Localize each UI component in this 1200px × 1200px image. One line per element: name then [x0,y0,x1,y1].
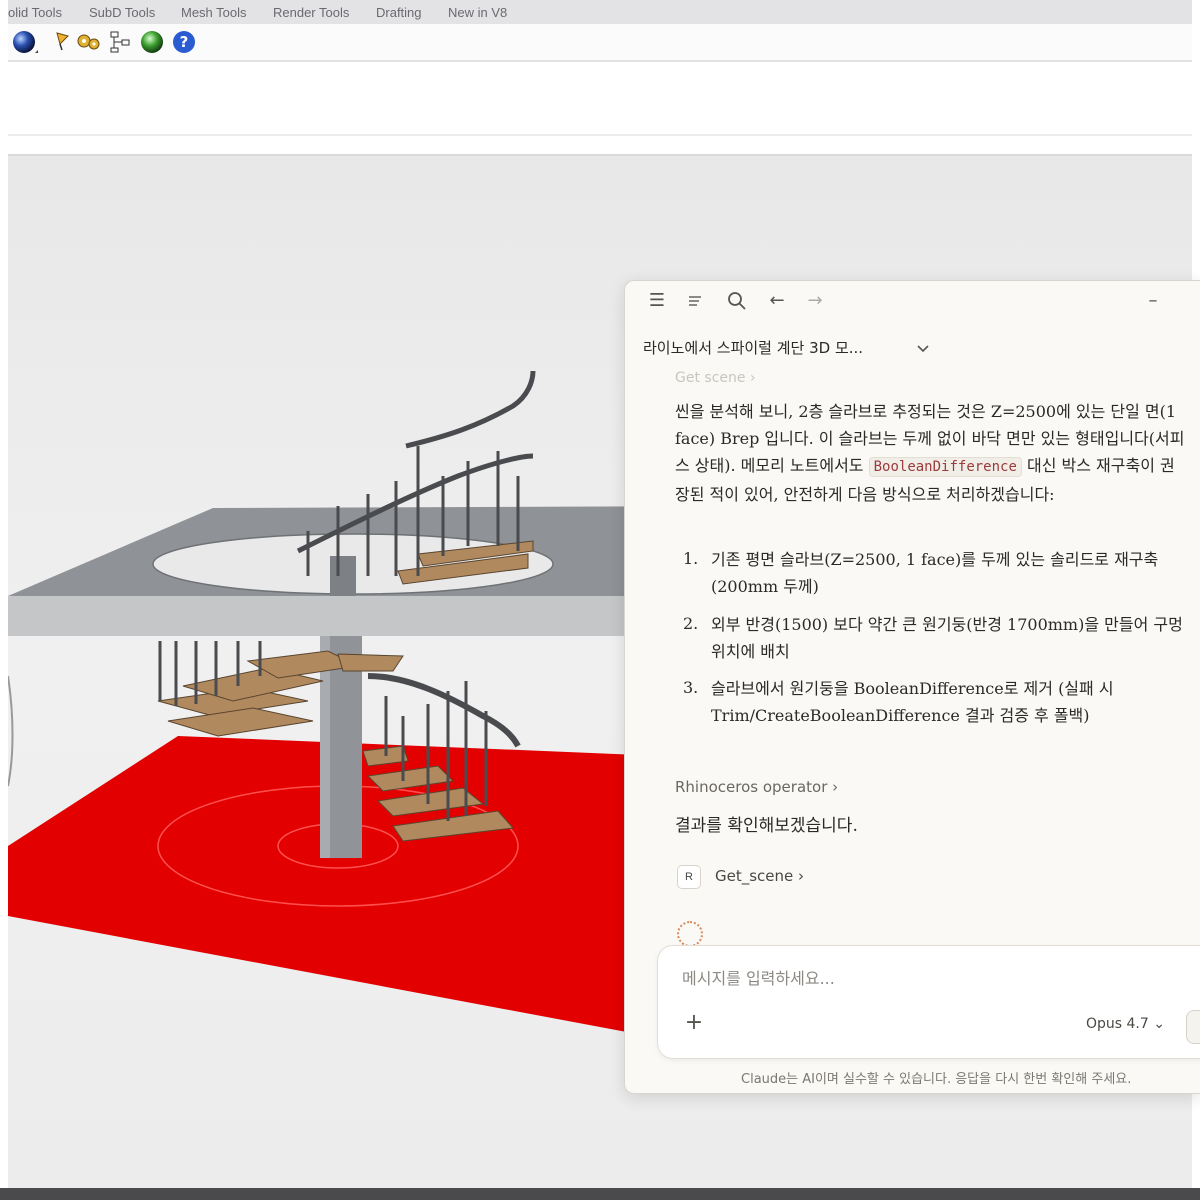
status-bar [0,1188,1200,1200]
conversation-title[interactable]: 라이노에서 스파이럴 계단 3D 모... [643,337,863,358]
assistant-result-text: 결과를 확인해보겠습니다. [675,816,858,836]
model-name: Opus 4.7 [1086,1016,1149,1032]
tab-new-in-v8[interactable]: New in V8 [448,5,507,20]
send-button[interactable] [1186,1010,1200,1044]
svg-text:?: ? [180,33,189,51]
gears-icon[interactable] [74,28,102,56]
globe-icon[interactable] [138,28,166,56]
message-composer: + Opus 4.7 ⌄ [657,945,1200,1059]
faded-tool-call[interactable]: Get scene › [675,370,756,386]
tab-mesh-tools[interactable]: Mesh Tools [181,5,247,20]
step-1: 기존 평면 슬라브(Z=2500, 1 face)를 두께 있는 솔리드로 재구… [711,550,1159,596]
toolbar-icon-row: ? [8,24,1192,62]
chevron-down-icon: ⌄ [1153,1016,1165,1032]
loading-spinner-icon [677,921,703,947]
left-edge-object [8,675,14,787]
step-number-3: 3. [683,678,699,697]
tab-render-tools[interactable]: Render Tools [273,5,349,20]
help-icon[interactable]: ? [170,28,198,56]
tool-badge: R [677,865,701,889]
slab-front [8,596,628,636]
flowchart-icon[interactable] [108,28,136,56]
tab-solid-tools[interactable]: olid Tools [8,5,62,20]
minimize-icon[interactable]: – [1141,289,1165,313]
command-area [8,62,1192,136]
tool-name-text: Get_scene [715,867,794,885]
menu-icon[interactable]: ☰ [645,289,669,313]
step-3: 슬라브에서 원기둥을 BooleanDifference로 제거 (실패 시 T… [711,679,1114,725]
assistant-paragraph: 씬을 분석해 보니, 2층 슬라브로 추정되는 것은 Z=2500에 있는 단일… [675,398,1187,508]
step-number-2: 2. [683,614,699,633]
operator-label[interactable]: Rhinoceros operator › [675,778,838,796]
faded-tool-label: Get scene [675,370,746,386]
inline-code: BooleanDifference [868,457,1022,477]
lower-handrail [367,673,521,748]
forward-arrow-icon[interactable]: → [803,289,827,313]
tab-subd-tools[interactable]: SubD Tools [89,5,155,20]
step-2: 외부 반경(1500) 보다 약간 큰 원기둥(반경 1700mm)을 만들어 … [711,615,1183,661]
operator-text: Rhinoceros operator [675,778,828,796]
disclaimer-text: Claude는 AI이며 실수할 수 있습니다. 응답을 다시 한번 확인해 주… [741,1072,1132,1087]
chat-panel: ☰ ← → – 라이노에서 스파이럴 계단 3D 모... Get scene … [624,280,1200,1094]
add-attachment-button[interactable]: + [682,1012,706,1036]
chevron-down-icon[interactable] [915,340,931,356]
sidebar-icon[interactable] [685,289,709,313]
toolbar-tab-bar: olid Tools SubD Tools Mesh Tools Render … [8,0,1192,25]
step-number-1: 1. [683,549,699,568]
tab-drafting[interactable]: Drafting [376,5,422,20]
upper-handrail-outer [405,370,536,449]
search-icon[interactable] [725,289,749,313]
tool-name: Get_scene › [715,867,805,885]
model-selector[interactable]: Opus 4.7 ⌄ [1086,1016,1165,1032]
back-arrow-icon[interactable]: ← [765,289,789,313]
center-column-upper [330,556,356,596]
sphere-render-icon[interactable] [10,28,38,56]
message-input[interactable] [680,968,1164,989]
